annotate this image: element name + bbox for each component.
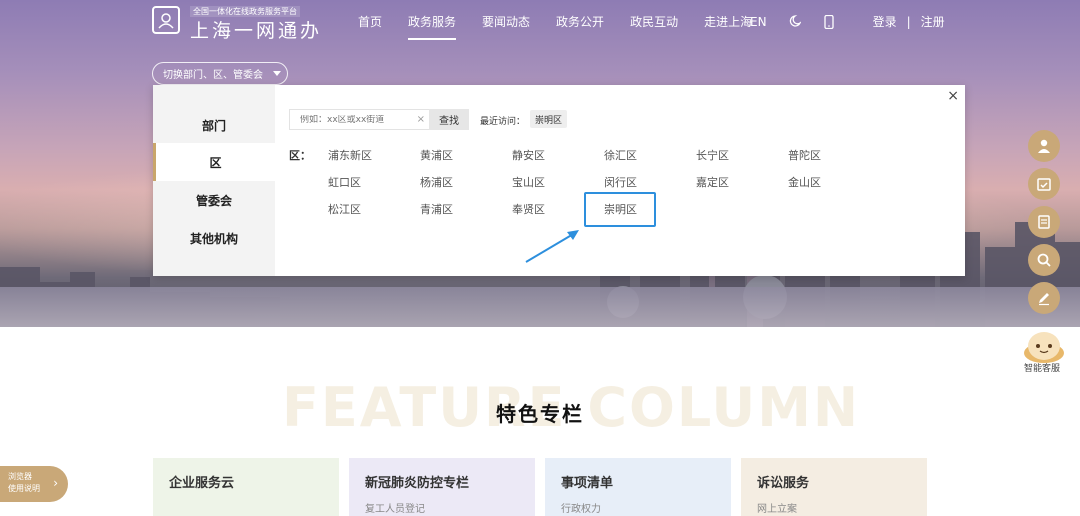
- nav-home[interactable]: 首页: [358, 13, 382, 30]
- chatbot-mascot-icon[interactable]: [1022, 326, 1066, 364]
- feature-card-item-list[interactable]: 事项清单 行政权力: [545, 458, 731, 516]
- chevron-down-icon: [273, 71, 281, 76]
- nav-about-shanghai[interactable]: 走进上海: [704, 13, 752, 30]
- district-link[interactable]: 松江区: [328, 201, 361, 217]
- register-link[interactable]: 注册: [921, 13, 945, 30]
- card-subtitle: 复工人员登记: [365, 504, 425, 515]
- browser-guide-line1: 浏览器: [8, 472, 32, 481]
- river: [0, 287, 1080, 327]
- recent-label: 最近访问：: [480, 117, 526, 127]
- sidebar-item-districts[interactable]: 区: [153, 143, 275, 181]
- district-link[interactable]: 奉贤区: [512, 201, 545, 217]
- feedback-button[interactable]: [1028, 282, 1060, 314]
- document-icon: [1038, 215, 1050, 229]
- search-toolbar-button[interactable]: [1028, 244, 1060, 276]
- card-subtitle: 网上立案: [757, 504, 797, 515]
- clear-icon[interactable]: ×: [417, 114, 425, 125]
- feature-card-covid[interactable]: 新冠肺炎防控专栏 复工人员登记: [349, 458, 535, 516]
- district-link[interactable]: 闵行区: [604, 174, 637, 190]
- district-dropdown-panel: 部门 区 管委会 其他机构 × × 查找 最近访问： 崇明区 区： 浦东新区 黄…: [153, 85, 965, 276]
- nav-gov-disclosure[interactable]: 政务公开: [556, 13, 604, 30]
- district-link[interactable]: 青浦区: [420, 201, 453, 217]
- language-toggle[interactable]: EN: [750, 15, 767, 29]
- recent-district-chip[interactable]: 崇明区: [530, 110, 568, 128]
- login-link[interactable]: 登录: [873, 13, 897, 30]
- districts-label: 区：: [289, 149, 311, 162]
- card-subtitle: 行政权力: [561, 504, 601, 515]
- header-actions: EN 登录 | 注册: [750, 13, 945, 30]
- chatbot-label[interactable]: 智能客服: [1024, 361, 1060, 374]
- mobile-icon[interactable]: [823, 14, 835, 29]
- switcher-label: 切换部门、区、管委会: [163, 70, 263, 81]
- card-title: 新冠肺炎防控专栏: [365, 476, 470, 491]
- browser-guide-line2: 使用说明: [8, 484, 40, 493]
- district-link[interactable]: 虹口区: [328, 174, 361, 190]
- nav-news[interactable]: 要闻动态: [482, 13, 530, 30]
- nav-interaction[interactable]: 政民互动: [630, 13, 678, 30]
- district-link[interactable]: 嘉定区: [696, 174, 729, 190]
- feature-card-enterprise[interactable]: 企业服务云: [153, 458, 339, 516]
- accessibility-icon[interactable]: [789, 14, 801, 29]
- sidebar-item-committees[interactable]: 管委会: [153, 181, 275, 219]
- district-link[interactable]: 静安区: [512, 147, 545, 163]
- district-link[interactable]: 普陀区: [788, 147, 821, 163]
- browser-guide-tab[interactable]: 浏览器 使用说明 ›: [0, 466, 68, 502]
- logo-emblem-icon[interactable]: [152, 6, 180, 34]
- district-search-input[interactable]: [300, 114, 410, 125]
- district-link[interactable]: 金山区: [788, 174, 821, 190]
- chevron-right-icon: ›: [53, 476, 58, 490]
- department-switcher[interactable]: 切换部门、区、管委会: [152, 62, 288, 85]
- card-title: 企业服务云: [169, 476, 235, 491]
- annotation-arrow-icon: [525, 230, 579, 263]
- card-title: 事项清单: [561, 476, 614, 491]
- calendar-check-icon: [1037, 178, 1051, 191]
- district-link[interactable]: 浦东新区: [328, 147, 372, 163]
- district-link[interactable]: 长宁区: [696, 147, 729, 163]
- sidebar-item-departments[interactable]: 部门: [153, 106, 275, 144]
- close-icon[interactable]: ×: [947, 89, 959, 103]
- header-separator: |: [906, 14, 911, 29]
- main-nav: 首页 政务服务 要闻动态 政务公开 政民互动 走进上海: [358, 13, 778, 40]
- pen-icon: [1039, 293, 1049, 306]
- section-title: 特色专栏: [496, 402, 584, 426]
- district-link[interactable]: 黄浦区: [420, 147, 453, 163]
- card-title: 诉讼服务: [757, 476, 810, 491]
- user-icon: [1038, 139, 1050, 153]
- sidebar-item-other-orgs[interactable]: 其他机构: [153, 219, 275, 257]
- calendar-button[interactable]: [1028, 168, 1060, 200]
- feature-card-litigation[interactable]: 诉讼服务 网上立案: [741, 458, 927, 516]
- district-link[interactable]: 宝山区: [512, 174, 545, 190]
- document-button[interactable]: [1028, 206, 1060, 238]
- logo-title[interactable]: 上海一网通办: [190, 16, 322, 43]
- district-link[interactable]: 徐汇区: [604, 147, 637, 163]
- nav-gov-services[interactable]: 政务服务: [408, 13, 457, 40]
- district-link[interactable]: 杨浦区: [420, 174, 453, 190]
- search-button[interactable]: 查找: [429, 109, 469, 130]
- search-icon: [1037, 253, 1051, 267]
- annotation-highlight-box: [584, 192, 656, 227]
- district-search: ×: [289, 109, 430, 130]
- panel-sidebar: 部门 区 管委会 其他机构: [153, 85, 275, 276]
- user-center-button[interactable]: [1028, 130, 1060, 162]
